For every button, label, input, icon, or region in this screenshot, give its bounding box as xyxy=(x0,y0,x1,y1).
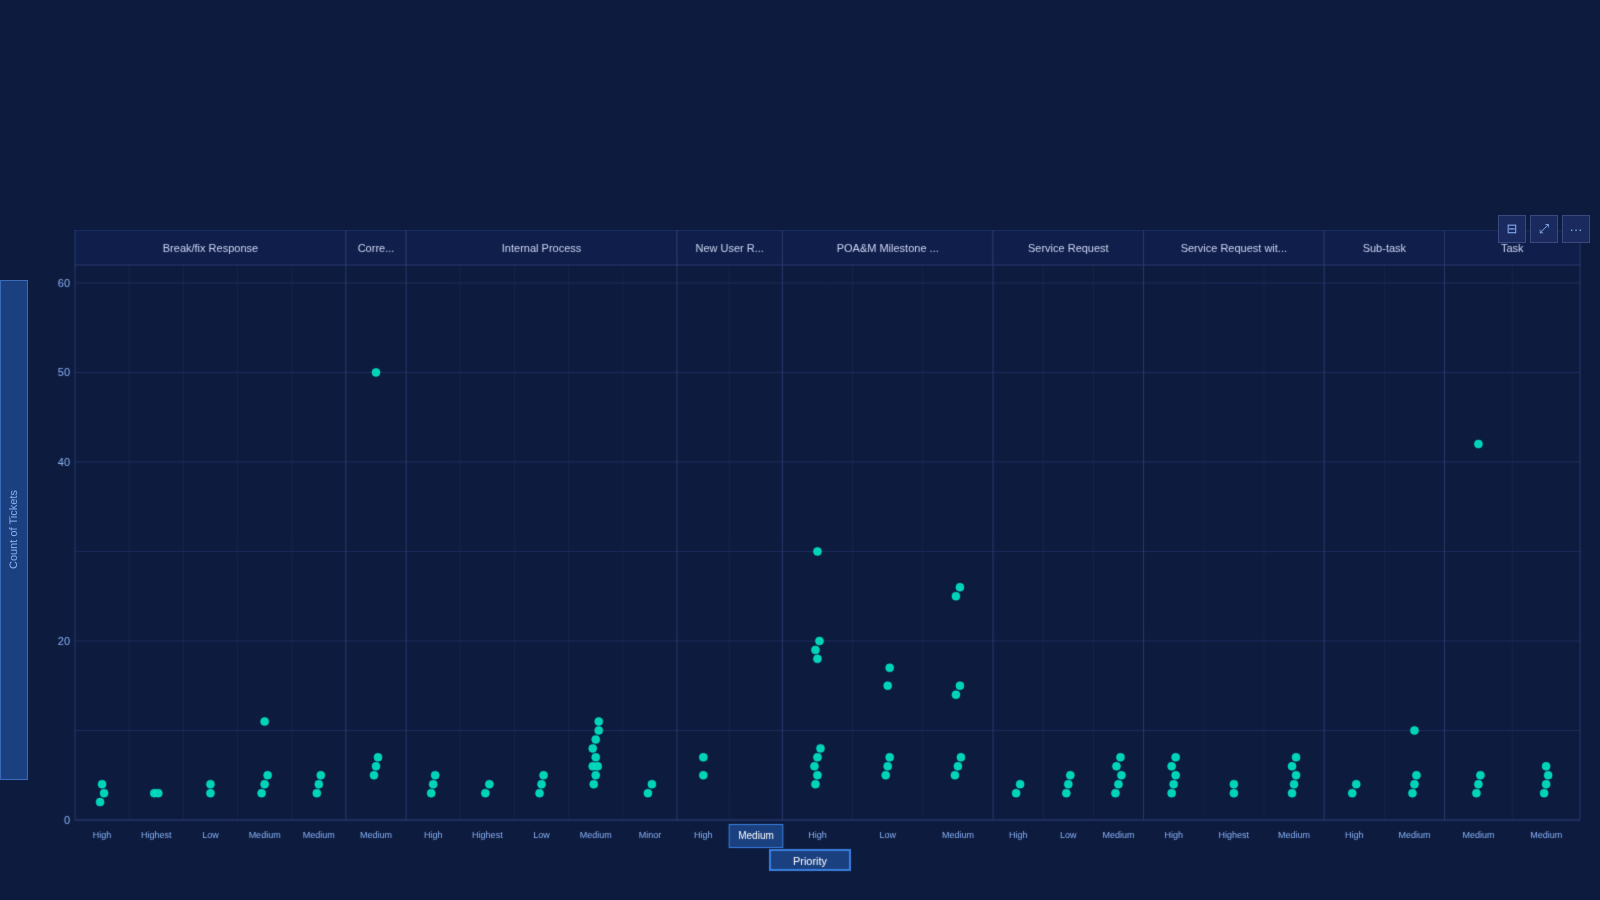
more-button[interactable]: ··· xyxy=(1562,215,1590,243)
top-area xyxy=(0,0,1600,230)
chart-wrapper: Count of Tickets xyxy=(0,230,1600,900)
toolbar: ⊟ ⤢ ··· xyxy=(1498,215,1590,243)
filter-button[interactable]: ⊟ xyxy=(1498,215,1526,243)
y-axis-label: Count of Tickets xyxy=(0,280,28,780)
expand-button[interactable]: ⤢ xyxy=(1530,215,1558,243)
